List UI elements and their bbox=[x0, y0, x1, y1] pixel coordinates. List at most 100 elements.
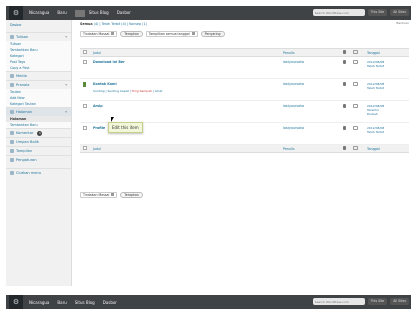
apply-button-bottom[interactable]: Terapkan bbox=[120, 192, 143, 198]
row-status: Telah Terbit bbox=[367, 64, 385, 69]
row-action-quick-edit[interactable]: Sunting Cepat bbox=[107, 89, 128, 93]
row-author[interactable]: lastyoursoka bbox=[280, 78, 340, 101]
row-action-edit[interactable]: Sunting bbox=[93, 89, 105, 93]
sidebar-head-comments-label: Komentar bbox=[16, 130, 34, 135]
comment-bubble-icon bbox=[353, 50, 358, 54]
sidebar-head-feedbacks[interactable]: Umpan Balik bbox=[6, 137, 71, 146]
admin-bar: ⚙ Nicaragua Baru Situs Blog Dasbor This … bbox=[6, 6, 411, 20]
lock-icon bbox=[343, 50, 346, 54]
sidebar-head-links[interactable]: Pranala ▾ bbox=[6, 80, 71, 89]
column-author[interactable]: Penulis bbox=[280, 48, 340, 57]
select-all-checkbox-footer[interactable] bbox=[83, 146, 87, 150]
row-author[interactable]: lastyoursoka bbox=[280, 100, 340, 123]
row-author[interactable]: lastyoursoka bbox=[280, 56, 340, 79]
admin-bar-search-input[interactable] bbox=[312, 298, 365, 305]
admin-bar-dashboard[interactable]: Dasbor bbox=[117, 10, 131, 17]
row-checkbox[interactable] bbox=[83, 104, 87, 108]
sidebar-head-pages[interactable]: Halaman ▾ bbox=[6, 107, 71, 116]
row-action-trash[interactable]: Tong Sampah bbox=[132, 89, 152, 93]
lock-icon bbox=[343, 82, 346, 86]
table-header-row: Judul Penulis Tanggal bbox=[80, 48, 409, 57]
bulk-actions-select-bottom[interactable]: Tindakan Massal bbox=[80, 192, 118, 198]
comment-bubble-icon[interactable] bbox=[353, 60, 358, 64]
admin-bar-bottom: ⚙ Nicaragua Baru Situs Blog Dasbor This … bbox=[6, 295, 411, 309]
wordpress-logo-icon[interactable]: ⚙ bbox=[9, 6, 23, 20]
pin-icon bbox=[83, 82, 86, 87]
pages-table: Judul Penulis Tanggal Download Ini Ber l… bbox=[80, 48, 409, 153]
wordpress-logo-icon[interactable]: ⚙ bbox=[9, 295, 23, 309]
admin-bar-site[interactable]: Nicaragua bbox=[29, 300, 49, 305]
comment-bubble-icon[interactable] bbox=[353, 82, 358, 86]
lock-icon bbox=[343, 60, 346, 64]
comment-bubble-icon[interactable] bbox=[353, 104, 358, 108]
admin-bar-site[interactable]: Nicaragua bbox=[29, 10, 49, 17]
sidebar-head-appearance[interactable]: Tampilan bbox=[6, 146, 71, 155]
admin-bar-new[interactable]: Baru bbox=[57, 10, 66, 17]
help-tab[interactable]: Bantuan bbox=[396, 21, 409, 25]
link-icon bbox=[10, 83, 14, 87]
bulk-actions-bottom-label: Tindakan Massal bbox=[83, 193, 110, 197]
row-title-link[interactable]: Profile bbox=[93, 126, 105, 130]
row-checkbox[interactable] bbox=[83, 126, 87, 130]
row-action-view[interactable]: Lihat bbox=[155, 89, 162, 93]
brush-icon bbox=[10, 149, 14, 153]
chevron-down-icon[interactable]: ▾ bbox=[65, 33, 67, 42]
comments-count-badge: 1 bbox=[37, 130, 43, 136]
sidebar-head-appearance-label: Tampilan bbox=[16, 148, 33, 153]
sidebar-head-settings[interactable]: Pengaturan bbox=[6, 155, 71, 164]
sidebar-head-feedbacks-label: Umpan Balik bbox=[16, 139, 39, 144]
this-site-button[interactable]: This Site bbox=[367, 298, 388, 305]
sidebar-pages-submenu: Halaman Tambahkan Baru bbox=[6, 116, 71, 128]
apply-button-top[interactable]: Terapkan bbox=[120, 31, 143, 37]
comment-icon bbox=[10, 131, 14, 135]
select-all-checkbox[interactable] bbox=[83, 50, 87, 54]
admin-bar-menu: Nicaragua Baru Situs Blog Dasbor bbox=[29, 9, 139, 17]
sidebar-head-comments[interactable]: Komentar 1 bbox=[6, 128, 71, 137]
row-title-link[interactable]: Download Ini Ber bbox=[93, 60, 125, 64]
admin-bar-right-bottom: This Site All Sites bbox=[312, 298, 409, 305]
sidebar-head-posts[interactable]: Tulisan ▾ bbox=[6, 32, 71, 41]
chevron-down-icon bbox=[111, 32, 115, 35]
bulk-actions-select-top[interactable]: Tindakan Massal bbox=[80, 31, 118, 37]
chevron-down-icon[interactable]: ▾ bbox=[65, 108, 67, 117]
all-sites-button[interactable]: All Sites bbox=[390, 298, 409, 305]
row-author[interactable]: lastyoursoka bbox=[280, 122, 340, 145]
row-actions: Sunting | Sunting Cepat | Tong Sampah | … bbox=[93, 89, 163, 93]
sidebar-collapse-label: Ciutkan menu bbox=[16, 170, 42, 175]
admin-bar-blog[interactable]: Situs Blog bbox=[75, 300, 95, 305]
row-status: Telah Terbit bbox=[367, 86, 385, 91]
media-icon bbox=[10, 74, 14, 78]
column-author-footer[interactable]: Penulis bbox=[280, 144, 340, 153]
comment-bubble-icon[interactable] bbox=[353, 126, 358, 130]
row-title-link[interactable]: Arsip bbox=[93, 104, 103, 108]
collapse-icon bbox=[10, 171, 14, 175]
all-sites-button[interactable]: All Sites bbox=[390, 9, 409, 16]
filter-other-links[interactable]: (4) | Telah Terbit (4) | Konsep (1) bbox=[94, 22, 147, 26]
chevron-down-icon[interactable]: ▾ bbox=[65, 81, 67, 90]
sidebar-head-settings-label: Pengaturan bbox=[16, 157, 37, 162]
column-title[interactable]: Judul bbox=[90, 48, 280, 57]
lock-icon bbox=[343, 146, 346, 150]
date-filter-select[interactable]: Tampilkan semua tanggal bbox=[145, 31, 198, 37]
admin-bar-new[interactable]: Baru bbox=[57, 300, 66, 305]
row-status-2: Diubah bbox=[367, 112, 378, 117]
admin-bar-blog[interactable]: Situs Blog bbox=[89, 10, 109, 17]
this-site-button[interactable]: This Site bbox=[367, 9, 388, 16]
column-date-footer[interactable]: Tanggal bbox=[364, 144, 409, 153]
admin-bar-search-input[interactable] bbox=[312, 9, 365, 16]
row-checkbox[interactable] bbox=[83, 60, 87, 64]
row-title-link[interactable]: Kontak Kami bbox=[93, 82, 117, 86]
sidebar-collapse[interactable]: Ciutkan menu bbox=[6, 168, 71, 177]
sidebar-head-media[interactable]: Media bbox=[6, 71, 71, 80]
column-date[interactable]: Tanggal bbox=[364, 48, 409, 57]
bottom-tablenav: Tindakan Massal Terapkan bbox=[80, 192, 143, 198]
column-title-footer[interactable]: Judul bbox=[90, 144, 280, 153]
filter-button[interactable]: Penyaring bbox=[200, 31, 225, 37]
pin-icon bbox=[10, 35, 14, 39]
filter-all-link[interactable]: Semua bbox=[80, 22, 93, 26]
lock-icon bbox=[343, 104, 346, 108]
row-status: Telah Terbit bbox=[367, 130, 385, 135]
sidebar-posts-submenu: Tulisan Tambahkan Baru Kategori Post Tag… bbox=[6, 41, 71, 71]
admin-bar-dashboard[interactable]: Dasbor bbox=[103, 300, 117, 305]
comments-icon[interactable] bbox=[74, 9, 85, 17]
